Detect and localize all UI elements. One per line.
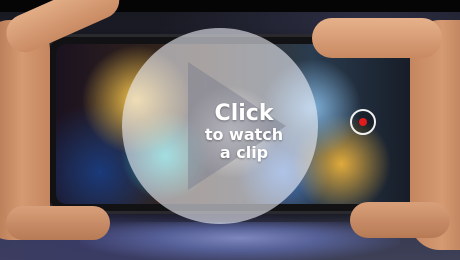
left-finger bbox=[6, 206, 110, 240]
play-label-click: Click bbox=[214, 101, 274, 126]
play-button[interactable]: Click to watch a clip bbox=[122, 28, 318, 224]
right-finger bbox=[350, 202, 450, 238]
video-thumbnail[interactable]: Click to watch a clip bbox=[0, 0, 460, 260]
record-icon bbox=[350, 109, 376, 135]
play-label-a-clip: a clip bbox=[219, 143, 269, 162]
play-label: Click to watch a clip bbox=[182, 102, 306, 162]
right-thumb bbox=[312, 18, 442, 58]
play-label-to-watch: to watch bbox=[204, 125, 284, 144]
record-dot bbox=[359, 118, 367, 126]
